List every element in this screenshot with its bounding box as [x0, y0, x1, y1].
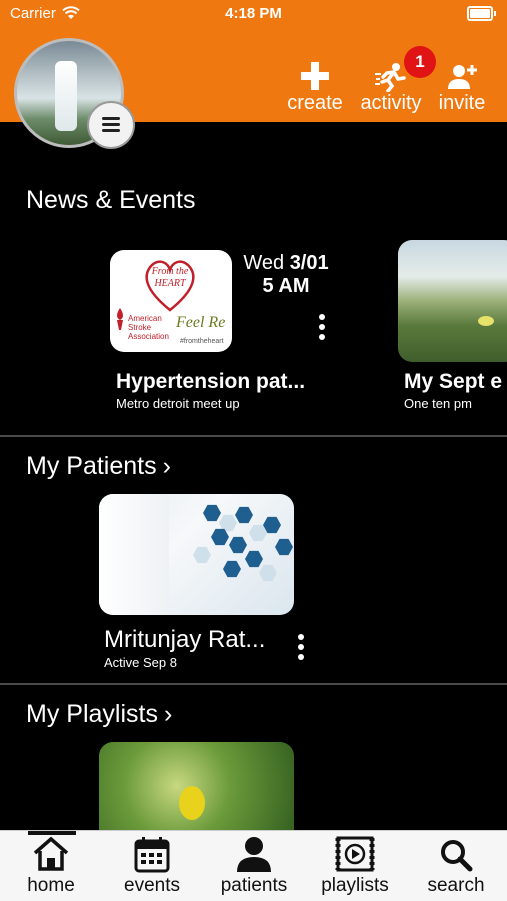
person-icon: [237, 837, 271, 872]
patient-more-icon[interactable]: [298, 634, 304, 664]
search-icon: [441, 840, 473, 872]
patient-status: Active Sep 8: [104, 655, 177, 670]
event-image-2[interactable]: [398, 240, 507, 362]
create-label: create: [287, 92, 343, 114]
section-divider-2: [0, 683, 507, 685]
news-events-title: News & Events: [26, 186, 196, 214]
tab-home-label: home: [27, 875, 75, 896]
event-title-2[interactable]: My Sept e: [404, 370, 502, 394]
torch-icon: [117, 308, 123, 330]
hamburger-icon: [102, 117, 120, 120]
tab-events[interactable]: events: [102, 835, 202, 897]
clock: 4:18 PM: [225, 5, 282, 22]
tab-playlists-label: playlists: [321, 875, 389, 896]
tab-home[interactable]: home: [1, 835, 101, 897]
my-patients-header[interactable]: My Patients ›: [26, 452, 171, 481]
status-bar: Carrier 4:18 PM: [0, 0, 507, 30]
chevron-right-icon: ›: [162, 452, 171, 480]
plus-icon: [301, 62, 329, 90]
section-divider: [0, 435, 507, 437]
tab-search[interactable]: search: [406, 835, 506, 897]
playlist-icon: [335, 836, 375, 872]
event-image[interactable]: From the HEART American Stroke Associati…: [110, 250, 232, 352]
add-person-icon: [448, 65, 477, 89]
tab-patients-label: patients: [220, 875, 288, 896]
event-more-icon[interactable]: [319, 314, 325, 344]
create-button[interactable]: create: [283, 60, 347, 115]
calendar-icon: [134, 837, 170, 873]
invite-button[interactable]: invite: [434, 60, 490, 115]
event-title[interactable]: Hypertension pat...: [116, 370, 305, 394]
activity-badge: 1: [404, 46, 436, 78]
activity-label: activity: [360, 92, 422, 114]
event-date: Wed 3/01 5 AM: [243, 252, 329, 297]
my-playlists-header[interactable]: My Playlists ›: [26, 700, 172, 729]
home-icon: [33, 836, 69, 871]
menu-button[interactable]: [87, 101, 135, 149]
tab-patients[interactable]: patients: [204, 835, 304, 897]
running-person-icon: [375, 63, 406, 93]
tab-events-label: events: [124, 875, 180, 896]
patient-name[interactable]: Mritunjay Rat...: [104, 626, 265, 654]
tab-playlists[interactable]: playlists: [305, 835, 405, 897]
battery-icon: [467, 6, 496, 21]
chevron-right-icon: ›: [163, 700, 173, 728]
tab-bar: home events patients playlists search: [0, 830, 507, 901]
patient-image[interactable]: [99, 494, 294, 615]
invite-label: invite: [438, 92, 486, 114]
event-subtitle: Metro detroit meet up: [116, 396, 240, 411]
tab-search-label: search: [427, 875, 485, 896]
event-subtitle-2: One ten pm: [404, 396, 472, 411]
